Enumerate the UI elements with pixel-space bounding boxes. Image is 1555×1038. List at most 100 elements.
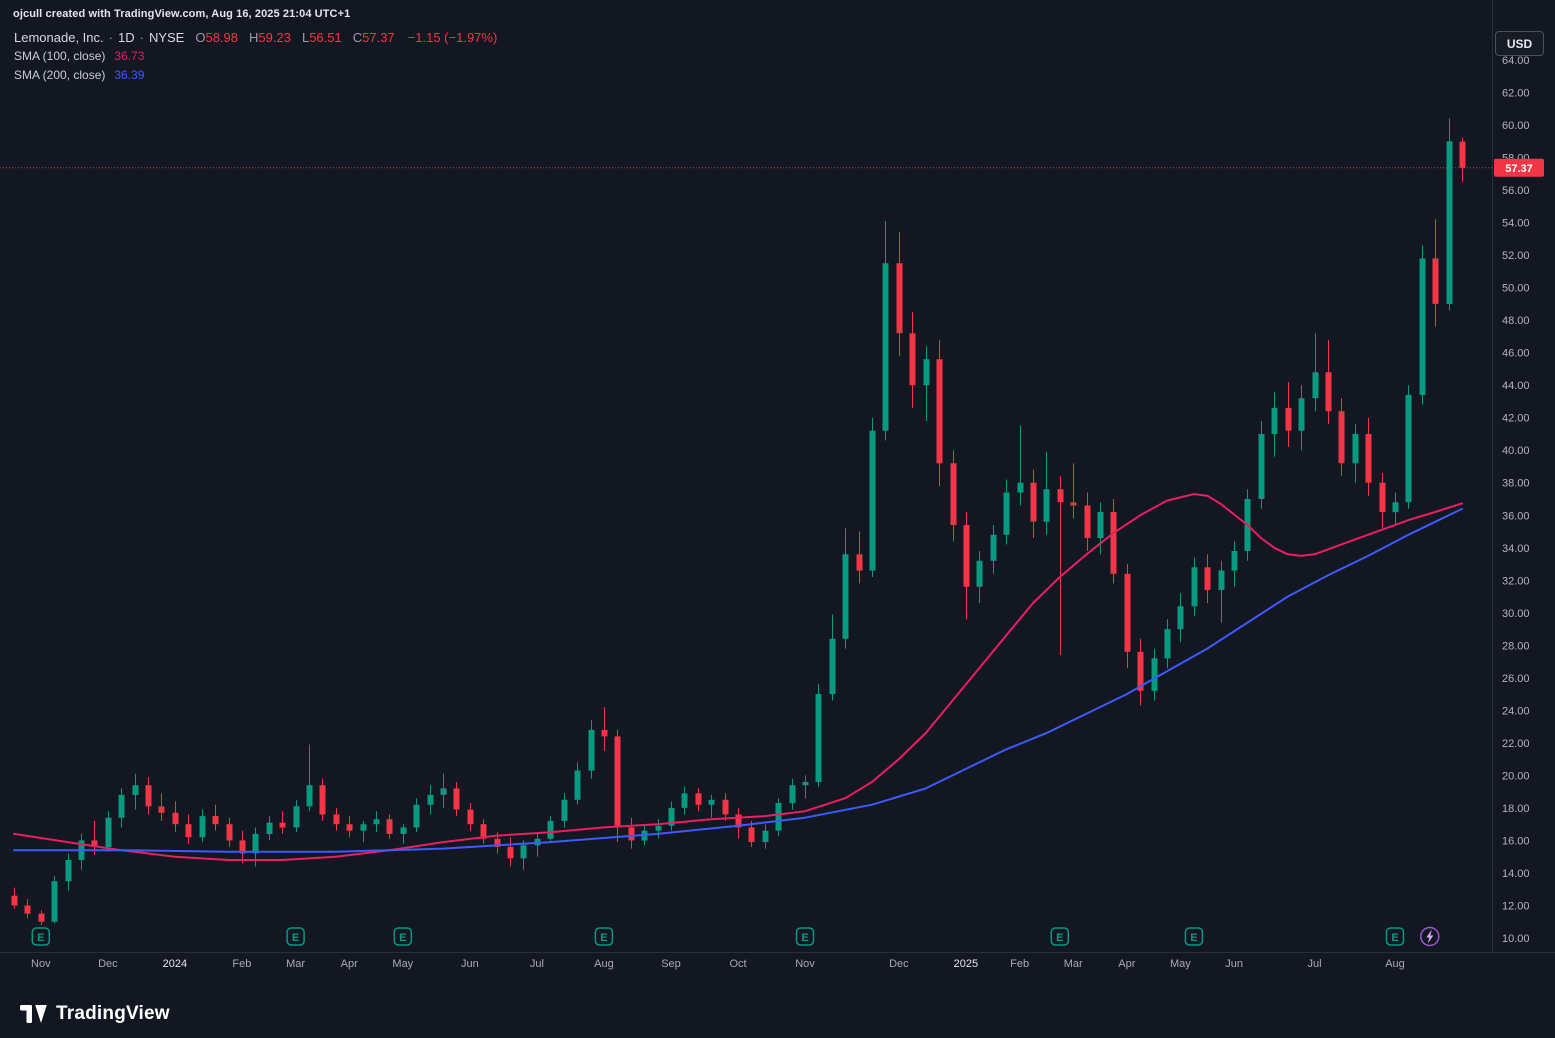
time-tick-label: Nov [795,958,815,970]
price-tick-label: 60.00 [1502,120,1530,132]
ohlc-low: L56.51 [301,30,342,45]
lightning-icon[interactable] [1420,926,1440,947]
earnings-icon-letter: E [600,932,607,944]
earnings-icon[interactable]: E [286,927,305,946]
earnings-icon[interactable]: E [1184,927,1204,946]
symbol-info-row[interactable]: Lemonade, Inc. · 1D · NYSE O58.98 H59.23… [14,30,497,45]
candle-body [882,263,889,431]
candle-body [226,824,233,841]
candle-body [333,814,340,825]
symbol-exchange: NYSE [148,30,185,45]
symbol-interval: 1D [117,30,135,45]
earnings-icon-letter: E [1391,932,1398,944]
time-tick-label: Sep [661,958,681,970]
candle-body [427,794,434,805]
earnings-icon-letter: E [37,932,44,944]
price-tick-label: 64.00 [1502,55,1530,67]
candle-body [132,785,139,795]
candle-body [1459,141,1466,168]
sma-200-line[interactable] [13,507,1463,853]
time-tick-label: Aug [594,958,614,970]
candle-body [252,833,259,854]
earnings-icon[interactable]: E [795,927,815,946]
candle-body [51,881,58,922]
time-tick-label: Jul [1307,958,1321,970]
time-axis[interactable]: Nov Dec 2024 Feb Mar Apr May Jun Jul Aug Sep Oct Nov… [31,958,1405,970]
candle-body [266,822,273,834]
price-tick-label: 46.00 [1502,348,1530,360]
price-tick-label: 28.00 [1502,640,1530,652]
price-tick-label: 30.00 [1502,608,1530,620]
earnings-icon[interactable]: E [1385,927,1405,946]
candle-body [1231,551,1238,571]
candle-body [413,804,420,828]
candle-body [306,785,313,807]
earnings-icon[interactable]: E [1050,927,1070,946]
price-tick-label: 48.00 [1502,315,1530,327]
candle-body [1258,434,1265,499]
price-axis[interactable]: 64.0062.0060.0058.0056.0054.0052.0050.00… [1502,55,1530,945]
candle-body [1271,407,1278,434]
candle-body [11,895,18,906]
separator-dot: · [108,30,113,45]
candle-body [400,827,407,834]
candle-body [869,430,876,571]
candle-body [1338,411,1345,464]
indicator-row-sma200[interactable]: SMA (200, close) 36.39 [14,68,497,83]
candlestick-series[interactable] [11,118,1466,926]
price-tick-label: 54.00 [1502,218,1530,230]
price-tick-label: 26.00 [1502,673,1530,685]
candle-body [1017,482,1024,493]
candle-body [708,799,715,805]
time-tick-label: Dec [98,958,118,970]
candle-body [1151,658,1158,691]
candle-body [1057,489,1064,503]
candle-body [802,781,809,786]
change-value: −1.15 (−1.97%) [407,30,498,45]
candle-body [829,638,836,695]
price-tick-label: 18.00 [1502,803,1530,815]
candle-body [574,770,581,800]
indicator-row-sma100[interactable]: SMA (100, close) 36.73 [14,49,497,64]
time-tick-label: 2025 [954,958,978,970]
earnings-icon[interactable]: E [594,927,614,946]
candle-body [1191,567,1198,607]
earnings-icon[interactable]: E [31,927,51,946]
earnings-icon[interactable]: E [393,927,413,946]
time-tick-label: Apr [1118,958,1135,970]
time-tick-label: Apr [341,958,358,970]
earnings-icon-letter: E [801,932,808,944]
time-tick-label: Mar [1064,958,1083,970]
candle-body [1312,372,1319,399]
candle-body [185,824,192,838]
candle-body [118,794,125,818]
candle-body [279,822,286,828]
candle-body [24,905,31,914]
price-tick-label: 38.00 [1502,478,1530,490]
earnings-icon-letter: E [399,932,406,944]
candle-body [1352,434,1359,464]
indicator-value-sma200: 36.39 [114,68,145,82]
candle-body [199,816,206,838]
candle-body [360,824,367,831]
candle-body [38,913,45,922]
candle-body [1285,407,1292,431]
currency-toggle-button[interactable]: USD [1495,31,1544,56]
candle-body [520,845,527,859]
indicator-label-sma200: SMA (200, close) [14,68,106,82]
price-tick-label: 42.00 [1502,413,1530,425]
watermark: ojcull created with TradingView.com, Aug… [13,8,351,20]
candle-body [896,263,903,334]
candle-body [842,554,849,639]
time-tick-label: Oct [729,958,746,970]
tradingview-logo-text: TradingView [56,1003,170,1024]
candle-body [1097,512,1104,538]
candle-body [561,799,568,821]
tradingview-logo[interactable]: TradingView [20,1003,170,1025]
candle-body [1070,502,1077,506]
price-chart[interactable]: 64.0062.0060.0058.0056.0054.0052.0050.00… [0,0,1555,990]
candle-body [976,560,983,587]
time-tick-label: Feb [1010,958,1029,970]
time-tick-label: Feb [232,958,251,970]
price-tick-label: 44.00 [1502,380,1530,392]
